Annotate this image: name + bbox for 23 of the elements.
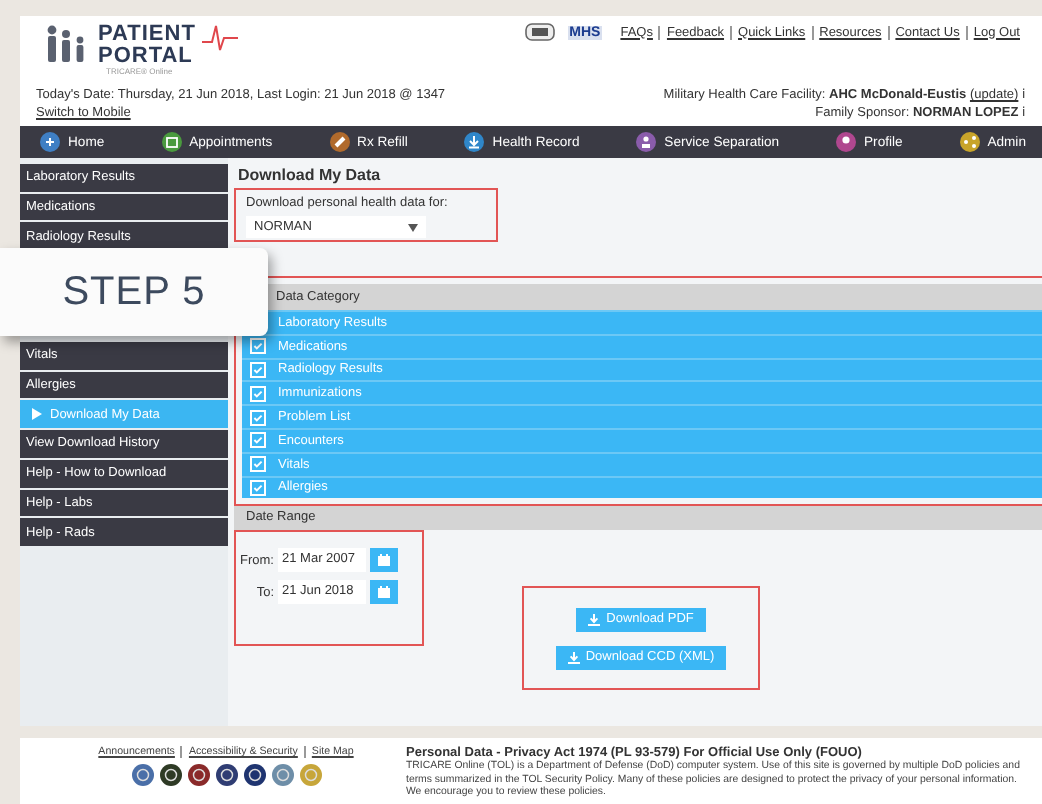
checkbox[interactable] (250, 409, 266, 426)
step-label: STEP 5 (62, 269, 206, 315)
logo-text: PORTAL (98, 46, 195, 68)
checkbox[interactable] (250, 338, 266, 355)
checkbox[interactable] (250, 385, 266, 402)
caret-icon (408, 223, 418, 231)
share-icon (959, 132, 980, 152)
download-icon (567, 651, 580, 664)
seal-icon[interactable] (131, 764, 153, 786)
heartbeat-icon (201, 24, 238, 52)
checkbox[interactable] (250, 456, 266, 473)
download-icon (588, 613, 601, 626)
download-icon (464, 132, 485, 152)
checkbox[interactable] (250, 361, 266, 378)
logo-text: PATIENT (98, 24, 196, 46)
seal-icon[interactable] (243, 764, 265, 786)
triangle-icon (32, 408, 42, 421)
checkbox[interactable] (250, 432, 266, 449)
page-title: Download My Data (238, 166, 383, 184)
seal-icon[interactable] (187, 764, 209, 786)
checkbox[interactable] (250, 479, 266, 496)
seal-icon[interactable] (215, 764, 237, 786)
seal-icon[interactable] (159, 764, 181, 786)
